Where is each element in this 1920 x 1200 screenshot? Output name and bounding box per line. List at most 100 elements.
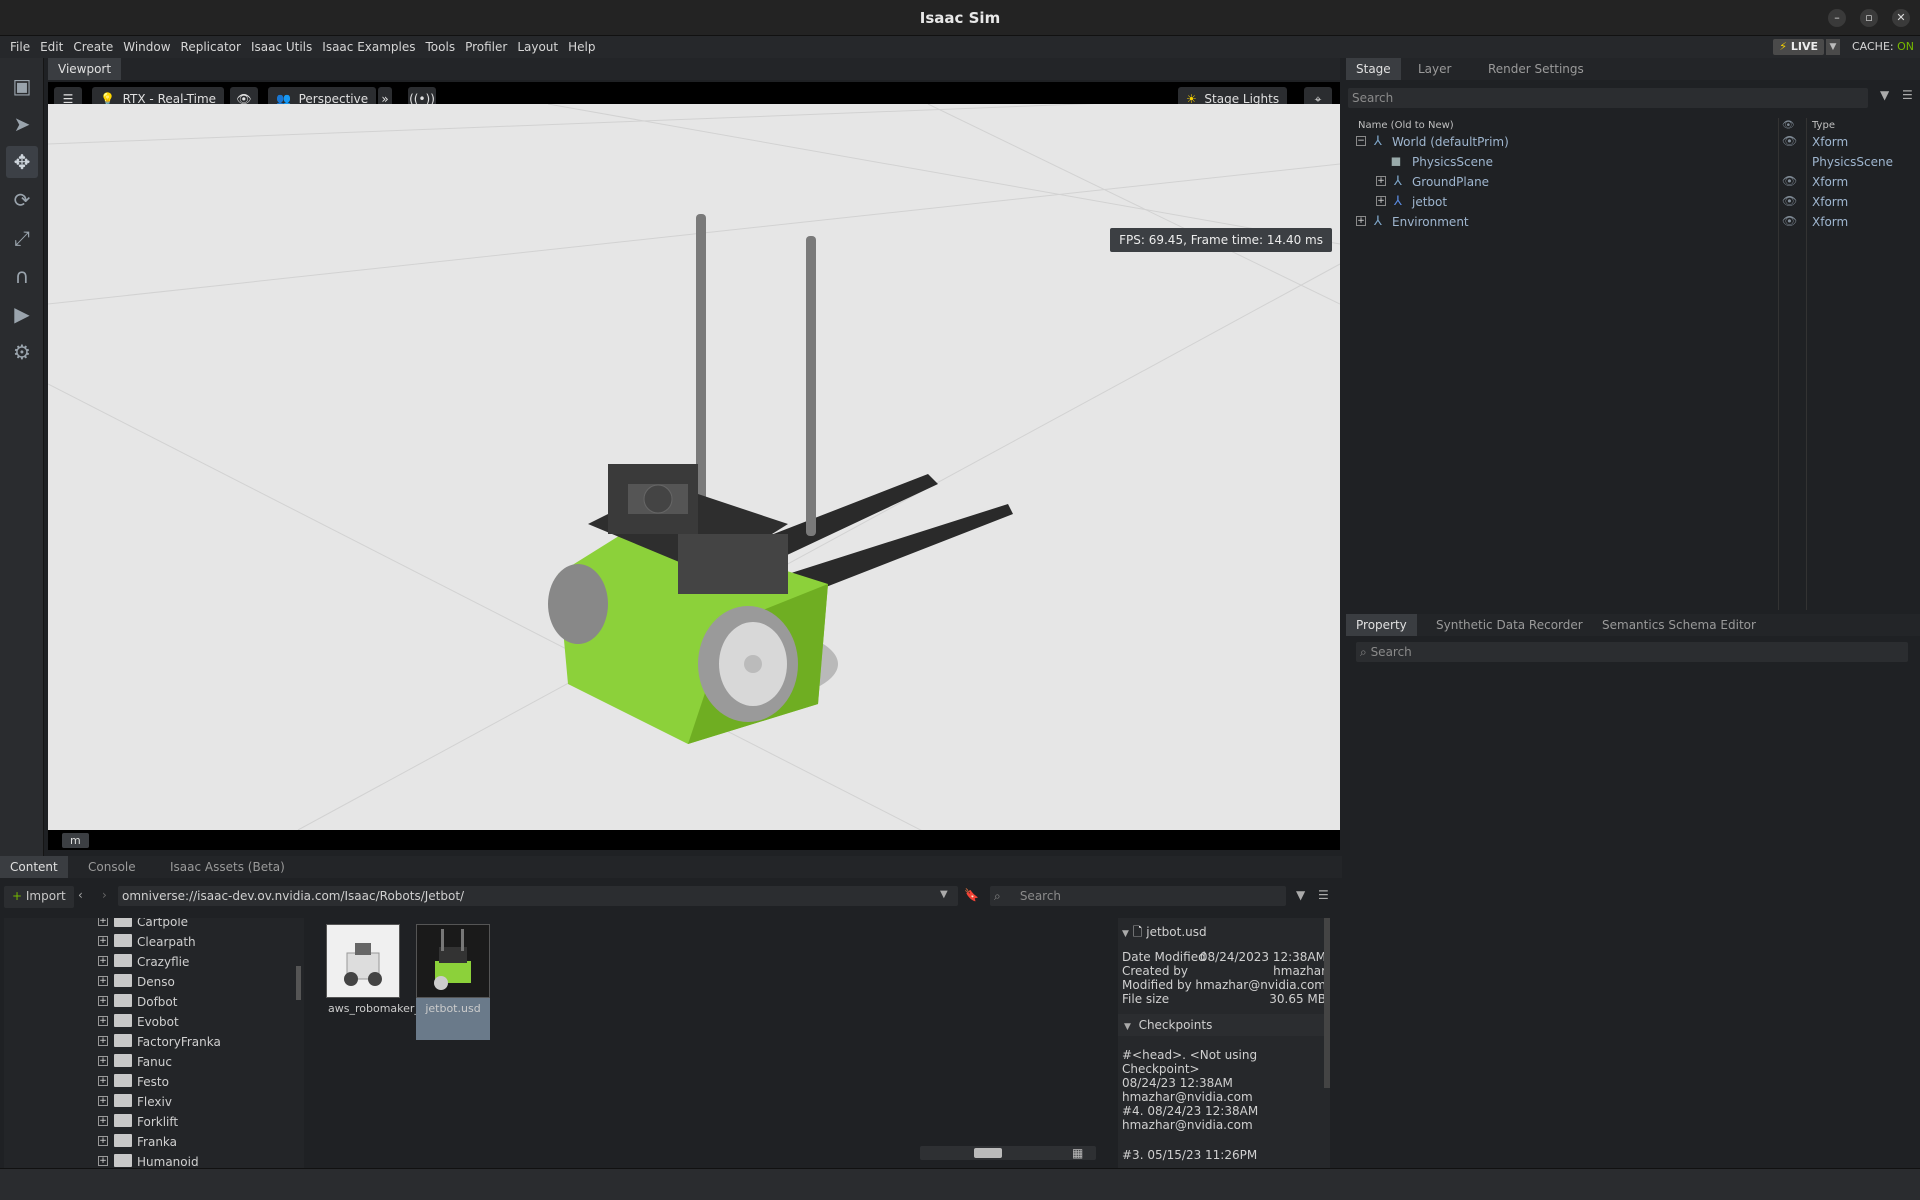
play-icon[interactable]: ▶ bbox=[6, 298, 38, 330]
content-search-placeholder: Search bbox=[1019, 889, 1062, 903]
info-header[interactable]: ▼ 🗋 jetbot.usd bbox=[1122, 923, 1326, 943]
folder-item[interactable]: + Franka bbox=[4, 1132, 304, 1152]
checkpoint-item[interactable]: #4. 08/24/23 12:38AM hmazhar@nvidia.com bbox=[1122, 1104, 1326, 1132]
checkpoint-item[interactable]: #<head>. <Not using Checkpoint> 08/24/23… bbox=[1122, 1048, 1326, 1104]
tab-console[interactable]: Console bbox=[78, 856, 146, 878]
menu-file[interactable]: File bbox=[10, 36, 30, 54]
tree-row-physicsscene[interactable]: ◼ PhysicsScene PhysicsScene bbox=[1346, 152, 1920, 172]
menu-profiler[interactable]: Profiler bbox=[465, 36, 507, 54]
import-button[interactable]: + Import bbox=[4, 886, 74, 908]
folder-item[interactable]: + Dofbot bbox=[4, 992, 304, 1012]
menu-tools[interactable]: Tools bbox=[426, 36, 456, 54]
horizontal-scrollbar[interactable] bbox=[920, 1146, 1096, 1160]
menu-isaac-examples[interactable]: Isaac Examples bbox=[322, 36, 415, 54]
folder-item[interactable]: + FactoryFranka bbox=[4, 1032, 304, 1052]
stage-tab-bar: Stage Layer Render Settings bbox=[1346, 58, 1920, 80]
visibility-eye-icon[interactable]: 👁 bbox=[1782, 214, 1797, 228]
folder-item[interactable]: + Festo bbox=[4, 1072, 304, 1092]
tab-render-settings[interactable]: Render Settings bbox=[1478, 58, 1594, 80]
tab-semantics-schema-editor[interactable]: Semantics Schema Editor bbox=[1592, 614, 1766, 636]
tree-row-environment[interactable]: + ⅄ Environment 👁 Xform bbox=[1346, 212, 1920, 232]
robot-tool-icon[interactable]: ⚙ bbox=[6, 336, 38, 368]
back-arrow-icon[interactable]: ‹ bbox=[78, 888, 83, 902]
forward-arrow-icon[interactable]: › bbox=[102, 888, 107, 902]
bookmark-icon[interactable]: 🔖 bbox=[964, 888, 979, 902]
select-mode-icon[interactable]: ▣ bbox=[6, 70, 38, 102]
file-tile-selected[interactable]: jetbot.usd bbox=[416, 924, 490, 1040]
checkpoint-item[interactable]: #3. 05/15/23 11:26PM bbox=[1122, 1148, 1326, 1162]
live-dropdown-icon[interactable]: ▼ bbox=[1826, 39, 1840, 55]
tree-row-world[interactable]: − ⅄ World (defaultPrim) 👁 Xform bbox=[1346, 132, 1920, 152]
visibility-eye-icon[interactable]: 👁 bbox=[1782, 134, 1797, 148]
file-thumbnail bbox=[326, 924, 400, 998]
menu-create[interactable]: Create bbox=[73, 36, 113, 54]
menu-layout[interactable]: Layout bbox=[517, 36, 558, 54]
column-visibility-eye-icon[interactable]: 👁 bbox=[1782, 120, 1795, 131]
visibility-eye-icon[interactable]: 👁 bbox=[1782, 174, 1797, 188]
scrollbar-thumb[interactable] bbox=[974, 1148, 1002, 1158]
column-type-header[interactable]: Type bbox=[1812, 120, 1835, 131]
viewport[interactable]: ☰ 💡 RTX - Real-Time 👁 👥 Perspective » ((… bbox=[48, 82, 1340, 850]
expand-icon[interactable]: + bbox=[1356, 216, 1366, 226]
content-search-input[interactable]: ⌕ Search bbox=[990, 886, 1286, 906]
menu-replicator[interactable]: Replicator bbox=[181, 36, 241, 54]
maximize-icon[interactable]: ▫ bbox=[1860, 9, 1878, 27]
property-search-input[interactable]: ⌕ Search bbox=[1356, 642, 1908, 662]
folder-item[interactable]: + Fanuc bbox=[4, 1052, 304, 1072]
folder-item[interactable]: + Crazyflie bbox=[4, 952, 304, 972]
tab-synthetic-data-recorder[interactable]: Synthetic Data Recorder bbox=[1426, 614, 1593, 636]
folder-item[interactable]: + Denso bbox=[4, 972, 304, 992]
prim-type: Xform bbox=[1812, 195, 1849, 209]
scrollbar[interactable] bbox=[296, 966, 301, 1000]
menu-help[interactable]: Help bbox=[568, 36, 595, 54]
filter-icon[interactable]: ▼ bbox=[1880, 88, 1889, 102]
prim-type: Xform bbox=[1812, 175, 1849, 189]
visibility-eye-icon[interactable]: 👁 bbox=[1782, 194, 1797, 208]
path-field[interactable]: omniverse://isaac-dev.ov.nvidia.com/Isaa… bbox=[118, 886, 958, 906]
tree-row-jetbot[interactable]: + ⅄ jetbot 👁 Xform bbox=[1346, 192, 1920, 212]
tab-content[interactable]: Content bbox=[0, 856, 68, 878]
close-icon[interactable]: ✕ bbox=[1892, 9, 1910, 27]
hamburger-menu-icon[interactable]: ☰ bbox=[1318, 888, 1329, 902]
menu-edit[interactable]: Edit bbox=[40, 36, 63, 54]
select-arrow-icon[interactable]: ➤ bbox=[6, 108, 38, 140]
tab-layer[interactable]: Layer bbox=[1408, 58, 1461, 80]
folder-item[interactable]: + Cartpole bbox=[4, 918, 304, 932]
cache-state: ON bbox=[1897, 40, 1914, 53]
file-tile[interactable]: aws_robomaker_je...t.usd bbox=[326, 924, 468, 1040]
folder-item[interactable]: + Clearpath bbox=[4, 932, 304, 952]
window-title: Isaac Sim bbox=[919, 9, 1001, 27]
live-button[interactable]: ⚡ LIVE bbox=[1773, 39, 1824, 55]
tab-stage[interactable]: Stage bbox=[1346, 58, 1401, 80]
folder-item[interactable]: + Flexiv bbox=[4, 1092, 304, 1112]
rotate-icon[interactable]: ⟳ bbox=[6, 184, 38, 216]
file-thumbnail bbox=[416, 924, 490, 998]
snap-magnet-icon[interactable]: ∩ bbox=[6, 260, 38, 292]
info-created-by: Created by hmazhar bbox=[1122, 964, 1326, 978]
tree-row-groundplane[interactable]: + ⅄ GroundPlane 👁 Xform bbox=[1346, 172, 1920, 192]
path-dropdown-icon[interactable]: ▼ bbox=[940, 889, 948, 900]
hamburger-menu-icon[interactable]: ☰ bbox=[1902, 88, 1913, 102]
filter-icon[interactable]: ▼ bbox=[1296, 888, 1305, 902]
scale-icon[interactable]: ⤢ bbox=[6, 222, 38, 254]
move-icon[interactable]: ✥ bbox=[6, 146, 38, 178]
minimize-icon[interactable]: – bbox=[1828, 9, 1846, 27]
collapse-icon[interactable]: − bbox=[1356, 136, 1366, 146]
menu-isaac-utils[interactable]: Isaac Utils bbox=[251, 36, 312, 54]
menu-window[interactable]: Window bbox=[123, 36, 170, 54]
tab-property[interactable]: Property bbox=[1346, 614, 1417, 636]
folder-item[interactable]: + Forklift bbox=[4, 1112, 304, 1132]
3d-scene[interactable]: FPS: 69.45, Frame time: 14.40 ms bbox=[48, 104, 1340, 830]
grid-view-icon[interactable]: ▦ bbox=[1072, 1146, 1083, 1160]
folder-item[interactable]: + Humanoid bbox=[4, 1152, 304, 1168]
folder-item[interactable]: + Evobot bbox=[4, 1012, 304, 1032]
checkpoints-header[interactable]: ▼ Checkpoints bbox=[1118, 1014, 1330, 1036]
column-name-header[interactable]: Name (Old to New) bbox=[1358, 120, 1454, 131]
stage-search-input[interactable]: Search bbox=[1348, 88, 1868, 108]
tab-isaac-assets[interactable]: Isaac Assets (Beta) bbox=[160, 856, 295, 878]
tab-viewport[interactable]: Viewport bbox=[48, 58, 122, 80]
checkpoints-label: Checkpoints bbox=[1138, 1018, 1213, 1032]
expand-icon[interactable]: + bbox=[1376, 196, 1386, 206]
scrollbar[interactable] bbox=[1324, 918, 1330, 1088]
expand-icon[interactable]: + bbox=[1376, 176, 1386, 186]
